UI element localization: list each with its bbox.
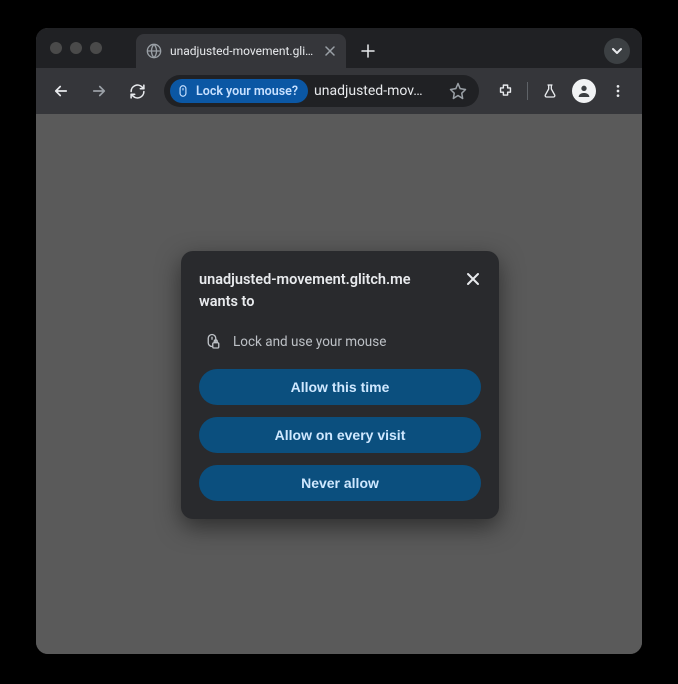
allow-once-button[interactable]: Allow this time [199, 369, 481, 405]
permission-dialog: unadjusted-movement.glitch.me wants to [181, 251, 499, 519]
mouse-icon [176, 84, 190, 98]
tab-title: unadjusted-movement.glitch. [170, 44, 314, 58]
forward-button[interactable] [82, 74, 116, 108]
menu-button[interactable] [602, 75, 634, 107]
page-content: unadjusted-movement.glitch.me wants to [36, 114, 642, 654]
profile-button[interactable] [568, 75, 600, 107]
extensions-button[interactable] [489, 75, 521, 107]
reload-button[interactable] [120, 74, 154, 108]
tab-search-button[interactable] [604, 38, 630, 64]
permission-chip-label: Lock your mouse? [196, 84, 298, 99]
address-bar[interactable]: Lock your mouse? unadjusted-mov… [164, 75, 479, 107]
mouse-lock-icon [203, 333, 221, 351]
toolbar-divider [527, 82, 528, 100]
new-tab-button[interactable] [354, 37, 382, 65]
url-text: unadjusted-mov… [314, 83, 439, 99]
window-minimize-button[interactable] [70, 42, 82, 54]
titlebar: unadjusted-movement.glitch. [36, 28, 642, 68]
window-zoom-button[interactable] [90, 42, 102, 54]
permission-label: Lock and use your mouse [233, 334, 386, 350]
never-allow-button[interactable]: Never allow [199, 465, 481, 501]
avatar-icon [572, 79, 596, 103]
labs-button[interactable] [534, 75, 566, 107]
window-close-button[interactable] [50, 42, 62, 54]
browser-tab[interactable]: unadjusted-movement.glitch. [136, 34, 346, 68]
globe-icon [146, 43, 162, 59]
bookmark-button[interactable] [445, 78, 471, 104]
permission-chip[interactable]: Lock your mouse? [170, 79, 308, 103]
dialog-close-button[interactable] [461, 267, 485, 291]
back-button[interactable] [44, 74, 78, 108]
allow-every-visit-button[interactable]: Allow on every visit [199, 417, 481, 453]
tab-close-button[interactable] [322, 43, 338, 59]
toolbar: Lock your mouse? unadjusted-mov… [36, 68, 642, 114]
dialog-title: unadjusted-movement.glitch.me wants to [199, 269, 451, 313]
